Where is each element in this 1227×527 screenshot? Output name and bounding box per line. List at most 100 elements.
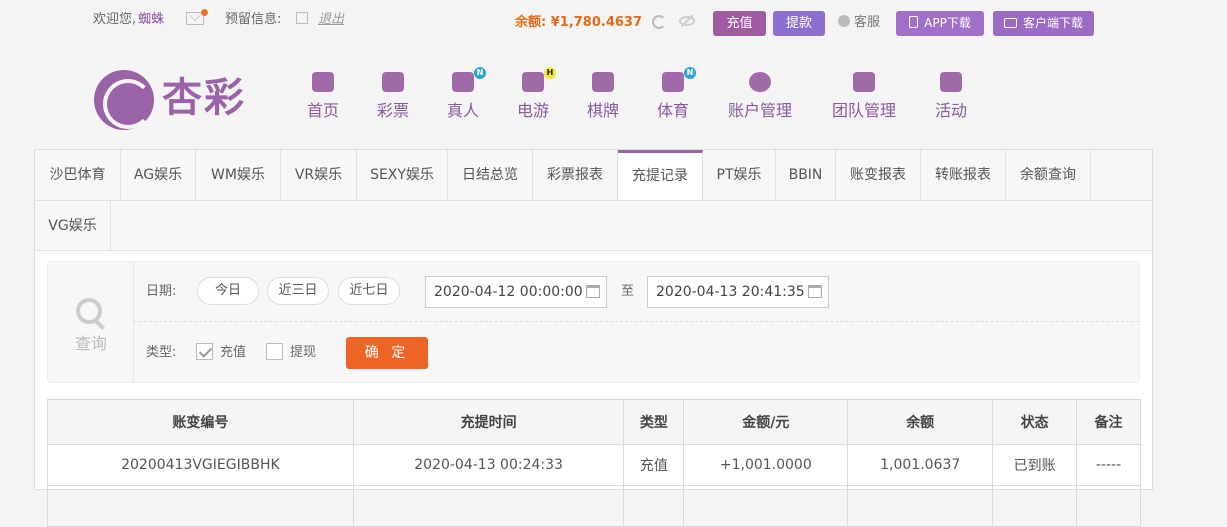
calendar-icon[interactable] [586,285,600,298]
unread-dot-icon [201,9,208,16]
tab-daily-summary[interactable]: 日结总览 [448,150,533,200]
gift-icon [940,72,962,92]
tab-bbin[interactable]: BBIN [776,150,836,200]
report-panel: 沙巴体育 AG娱乐 WM娱乐 VR娱乐 SEXY娱乐 日结总览 彩票报表 充提记… [34,149,1153,527]
table-header-row: 账变编号 充提时间 类型 金额/元 余额 状态 备注 [47,399,1141,445]
nav-label: 电游 [516,101,549,120]
logout-link[interactable]: 退出 [318,11,344,29]
nav-home[interactable]: 首页 [304,72,342,128]
start-date-value: 2020-04-12 00:00:00 [434,284,583,300]
reserve-info-label: 预留信息: [225,12,282,27]
end-date-value: 2020-04-13 20:41:35 [656,284,805,300]
nav-label: 活动 [934,101,967,120]
service-label: 客服 [854,15,881,30]
tab-deposit-withdraw-records[interactable]: 充提记录 [618,150,703,200]
tab-ag[interactable]: AG娱乐 [121,150,196,200]
col-header-type: 类型 [623,399,685,445]
customer-service-link[interactable]: 客服 [838,14,880,32]
tab-balance-query[interactable]: 余额查询 [1006,150,1091,200]
col-header-status: 状态 [992,399,1078,445]
cell-status: 已到账 [992,444,1078,486]
edit-icon[interactable] [296,12,308,24]
table-row [47,485,1141,527]
lottery-ticket-icon [382,72,404,92]
nav-promotions[interactable]: 活动 [932,72,970,128]
team-icon [853,72,875,92]
username: 蜘蛛 [138,12,165,27]
cell-amount: +1,001.0000 [683,444,849,486]
app-download-label: APP下载 [924,16,971,30]
tab-vg[interactable]: VG娱乐 [35,201,111,251]
start-date-input[interactable]: 2020-04-12 00:00:00 [425,276,607,308]
search-icon [76,298,102,324]
balance-text: 余额: ¥1,780.4637 [515,15,643,30]
search-section[interactable]: 查询 [48,262,134,382]
col-header-amount: 金额/元 [683,399,849,445]
hide-balance-icon[interactable] [679,16,695,26]
tab-sexy[interactable]: SEXY娱乐 [357,150,448,200]
last-seven-days-button[interactable]: 近七日 [338,277,400,305]
refresh-icon[interactable] [652,15,666,29]
tab-vr[interactable]: VR娱乐 [281,150,357,200]
nav-live[interactable]: N 真人 [444,67,486,128]
col-header-time: 充提时间 [352,399,625,445]
cards-icon [592,72,614,92]
app-download-button[interactable]: APP下载 [896,11,984,36]
live-dealer-icon: N [452,67,486,92]
type-charge-label: 充值 [220,345,247,360]
gamepad-icon: H [522,67,556,92]
cell-remark: ----- [1076,444,1141,486]
monitor-icon [1003,18,1017,28]
end-date-input[interactable]: 2020-04-13 20:41:35 [647,276,829,308]
type-label: 类型: [146,345,177,360]
site-logo[interactable]: 杏彩 [94,68,254,132]
tab-transaction-report[interactable]: 账变报表 [836,150,921,200]
search-label: 查询 [74,334,107,353]
nav-account[interactable]: 账户管理 [724,72,796,128]
nav-lottery[interactable]: 彩票 [374,72,412,128]
tab-lottery-report[interactable]: 彩票报表 [533,150,618,200]
nav-sports[interactable]: N 体育 [654,67,696,128]
charge-button[interactable]: 充值 [713,11,766,36]
tab-transfer-report[interactable]: 转账报表 [921,150,1006,200]
last-three-days-button[interactable]: 近三日 [267,277,329,305]
col-header-remark: 备注 [1076,399,1141,445]
headset-icon [838,15,850,27]
report-tabs: 沙巴体育 AG娱乐 WM娱乐 VR娱乐 SEXY娱乐 日结总览 彩票报表 充提记… [35,150,1152,251]
client-download-button[interactable]: 客户端下载 [993,11,1094,36]
nav-slots[interactable]: H 电游 [514,67,556,128]
nav-chess-cards[interactable]: 棋牌 [584,72,622,128]
home-icon [312,72,334,92]
records-table: 账变编号 充提时间 类型 金额/元 余额 状态 备注 20200413VGIEG… [47,399,1141,527]
trophy-icon: N [662,67,696,92]
top-bar: 欢迎您, 蜘蛛 预留信息: 退出 余额: ¥1,780.4637 充值 提款 客服… [0,0,1227,44]
col-header-balance: 余额 [847,399,994,445]
new-badge: N [474,67,486,79]
nav-label: 棋牌 [586,101,619,120]
logo-emblem-icon [94,70,154,130]
yen-coin-icon [749,72,771,92]
date-label: 日期: [146,284,177,299]
tab-saba-sports[interactable]: 沙巴体育 [35,150,121,200]
calendar-icon[interactable] [808,285,822,298]
cell-type: 充值 [623,444,685,486]
cell-balance: 1,001.0637 [847,444,994,486]
tab-pt[interactable]: PT娱乐 [703,150,776,200]
nav-label: 团队管理 [831,101,896,120]
greeting-label: 欢迎您, [93,12,137,27]
today-button[interactable]: 今日 [197,277,259,305]
phone-icon [909,16,919,28]
type-withdraw-checkbox[interactable] [266,343,283,360]
hot-badge: H [544,67,556,79]
new-badge: N [684,67,696,79]
withdraw-button[interactable]: 提款 [773,11,825,36]
tab-wm[interactable]: WM娱乐 [196,150,281,200]
nav-label: 真人 [446,101,479,120]
nav-team[interactable]: 团队管理 [828,72,900,128]
tab-row-divider [35,200,1152,201]
confirm-button[interactable]: 确 定 [346,337,428,369]
nav-label: 体育 [656,101,689,120]
date-range-to-label: 至 [621,284,635,299]
nav-label: 账户管理 [727,101,792,120]
type-charge-checkbox[interactable] [196,343,213,360]
